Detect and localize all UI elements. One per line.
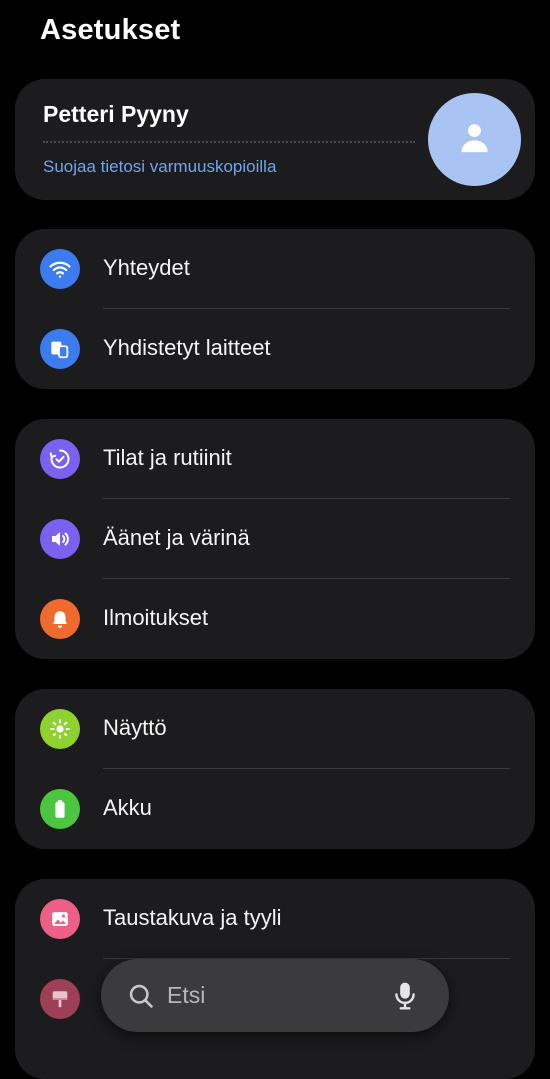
profile-divider <box>43 141 415 143</box>
settings-group-sound: Tilat ja rutiinit Äänet ja värinä Ilmoit… <box>15 419 535 659</box>
profile-card[interactable]: Petteri Pyyny Suojaa tietosi varmuuskopi… <box>15 79 535 200</box>
settings-group-display: Näyttö Akku <box>15 689 535 849</box>
modes-routines-icon <box>40 439 80 479</box>
settings-item-label: Yhteydet <box>103 255 190 280</box>
settings-item-label: Akku <box>103 795 152 820</box>
avatar[interactable] <box>428 93 521 186</box>
settings-item-label: Näyttö <box>103 715 167 740</box>
battery-icon <box>40 789 80 829</box>
person-icon <box>461 124 488 153</box>
search-icon <box>129 984 153 1008</box>
profile-name[interactable]: Petteri Pyyny <box>43 101 189 128</box>
settings-item-label: Taustakuva ja tyyli <box>103 905 282 930</box>
settings-item-sounds-vibration[interactable]: Äänet ja värinä <box>15 499 535 579</box>
page-title: Asetukset <box>40 14 181 46</box>
settings-item-label: Äänet ja värinä <box>103 525 250 550</box>
settings-item-wallpaper-style[interactable]: Taustakuva ja tyyli <box>15 879 535 959</box>
wallpaper-icon <box>40 899 80 939</box>
settings-item-label: Yhdistetyt laitteet <box>103 335 271 360</box>
volume-icon <box>40 519 80 559</box>
settings-item-label: Ilmoitukset <box>103 605 209 630</box>
connected-devices-icon <box>40 329 80 369</box>
settings-item-notifications[interactable]: Ilmoitukset <box>15 579 535 659</box>
settings-item-label: Tilat ja rutiinit <box>103 445 232 470</box>
mic-icon[interactable] <box>392 981 418 1011</box>
theme-brush-icon <box>40 979 80 1019</box>
settings-item-battery[interactable]: Akku <box>15 769 535 849</box>
settings-item-connected-devices[interactable]: Yhdistetyt laitteet <box>15 309 535 389</box>
sun-icon <box>40 709 80 749</box>
settings-item-modes-routines[interactable]: Tilat ja rutiinit <box>15 419 535 499</box>
settings-item-display[interactable]: Näyttö <box>15 689 535 769</box>
search-input[interactable]: Etsi <box>167 982 205 1009</box>
backup-link[interactable]: Suojaa tietosi varmuuskopioilla <box>43 157 276 177</box>
wifi-icon <box>40 249 80 289</box>
settings-group-connections: Yhteydet Yhdistetyt laitteet <box>15 229 535 389</box>
bell-icon <box>40 599 80 639</box>
settings-item-connections[interactable]: Yhteydet <box>15 229 535 309</box>
search-bar[interactable]: Etsi <box>101 959 449 1032</box>
